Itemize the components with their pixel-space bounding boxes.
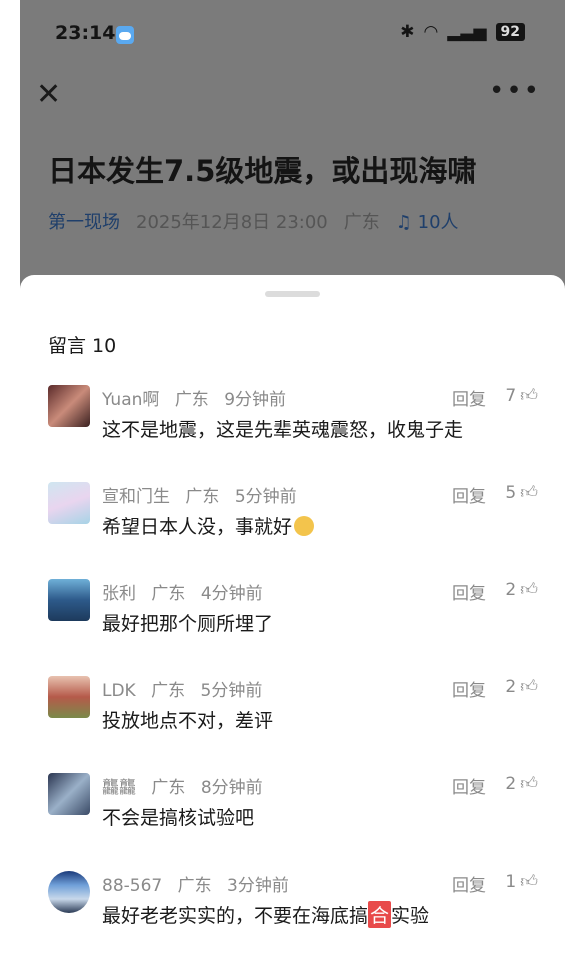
thumbs-up-icon: 👍︎ <box>520 872 538 892</box>
avatar[interactable] <box>48 773 90 815</box>
comment-text-before: 最好老老实实的，不要在海底搞 <box>102 905 369 927</box>
like-button[interactable]: 7 👍︎ <box>505 385 538 407</box>
reply-button[interactable]: 回复 <box>452 579 486 604</box>
avatar[interactable] <box>48 579 90 621</box>
weather-icon <box>116 26 134 44</box>
status-icons: ✱ ◠ ▂▃▅ 92 <box>400 22 525 42</box>
article-meta: 第一现场 2025年12月8日 23:00 广东 ♫ 10人 <box>48 208 459 234</box>
wifi-icon: ◠ <box>423 22 439 42</box>
avatar[interactable] <box>48 676 90 718</box>
avatar[interactable] <box>48 871 90 913</box>
thumbs-up-icon: 👍︎ <box>520 580 538 600</box>
comment-header: LDK 广东 5分钟前 <box>102 676 272 701</box>
app-screen: 23:14 ✱ ◠ ▂▃▅ 92 ✕ ••• 日本发生7.5级地震，或出现海啸 … <box>20 0 565 967</box>
more-icon[interactable]: ••• <box>489 76 541 106</box>
thumbs-up-icon: 👍︎ <box>520 677 538 697</box>
like-count: 5 <box>505 482 517 503</box>
comments-title: 留言 10 <box>48 335 117 357</box>
drag-handle[interactable] <box>265 291 320 297</box>
comment-item: 张利 广东 4分钟前 回复 2 👍︎ 最好把那个厕所埋了 <box>48 579 538 649</box>
comments-sheet: 留言 10 Yuan啊 广东 9分钟前 回复 7 👍︎ 这不是地震，这是先辈英魂… <box>20 275 565 967</box>
bluetooth-icon: ✱ <box>400 22 415 42</box>
comment-region: 广东 <box>177 876 212 896</box>
comment-header: 88-567 广东 3分钟前 <box>102 871 299 896</box>
comment-text-after: 实验 <box>391 905 430 927</box>
comment-time: 3分钟前 <box>227 876 289 896</box>
comment-text: 最好老老实实的，不要在海底搞合实验 <box>102 901 429 928</box>
comment-item: 88-567 广东 3分钟前 回复 1 👍︎ 最好老老实实的，不要在海底搞合实验 <box>48 871 538 941</box>
comment-region: 广东 <box>185 487 220 507</box>
comment-item: Yuan啊 广东 9分钟前 回复 7 👍︎ 这不是地震，这是先辈英魂震怒，收鬼子… <box>48 385 538 455</box>
reply-button[interactable]: 回复 <box>452 871 486 896</box>
comment-header: 龘龘 广东 8分钟前 <box>102 773 273 798</box>
listeners-count: 10人 <box>417 212 459 233</box>
comment-item: LDK 广东 5分钟前 回复 2 👍︎ 投放地点不对，差评 <box>48 676 538 746</box>
reply-button[interactable]: 回复 <box>452 385 486 410</box>
headphones-icon: ♫ <box>395 212 412 233</box>
comment-user[interactable]: LDK <box>102 681 136 701</box>
thumbs-up-icon: 👍︎ <box>520 386 538 406</box>
comment-text-content: 希望日本人没，事就好 <box>102 516 293 538</box>
comment-header: Yuan啊 广东 9分钟前 <box>102 385 296 410</box>
like-button[interactable]: 2 👍︎ <box>505 676 538 698</box>
comment-item: 龘龘 广东 8分钟前 回复 2 👍︎ 不会是搞核试验吧 <box>48 773 538 843</box>
highlighted-char: 合 <box>368 901 392 928</box>
comment-item: 宣和门生 广东 5分钟前 回复 5 👍︎ 希望日本人没，事就好 <box>48 482 538 552</box>
article-title: 日本发生7.5级地震，或出现海啸 <box>48 154 477 188</box>
comment-time: 5分钟前 <box>200 681 263 701</box>
like-count: 1 <box>505 871 517 892</box>
like-button[interactable]: 5 👍︎ <box>505 482 538 504</box>
status-time: 23:14 <box>55 22 116 44</box>
like-button[interactable]: 2 👍︎ <box>505 579 538 601</box>
comment-user[interactable]: 龘龘 <box>102 778 136 798</box>
comment-region: 广东 <box>151 681 186 701</box>
comment-text: 不会是搞核试验吧 <box>102 807 255 829</box>
status-bar: 23:14 ✱ ◠ ▂▃▅ 92 <box>20 0 565 70</box>
comment-header: 张利 广东 4分钟前 <box>102 579 273 604</box>
close-icon[interactable]: ✕ <box>36 80 61 110</box>
reply-button[interactable]: 回复 <box>452 676 486 701</box>
like-count: 2 <box>505 579 517 600</box>
comment-text: 投放地点不对，差评 <box>102 710 274 732</box>
like-count: 7 <box>505 385 517 406</box>
listeners[interactable]: ♫ 10人 <box>396 208 459 234</box>
comment-user[interactable]: Yuan啊 <box>102 390 159 410</box>
avatar[interactable] <box>48 385 90 427</box>
like-button[interactable]: 2 👍︎ <box>505 773 538 795</box>
article-source[interactable]: 第一现场 <box>48 208 120 234</box>
comment-time: 9分钟前 <box>224 390 287 410</box>
comment-time: 8分钟前 <box>200 778 263 798</box>
reply-button[interactable]: 回复 <box>452 773 486 798</box>
comment-user[interactable]: 张利 <box>102 584 136 604</box>
thumbs-up-icon: 👍︎ <box>520 483 538 503</box>
like-count: 2 <box>505 773 517 794</box>
article-region: 广东 <box>343 212 380 233</box>
article-datetime: 2025年12月8日 23:00 <box>136 212 328 233</box>
comment-time: 4分钟前 <box>200 584 263 604</box>
like-count: 2 <box>505 676 517 697</box>
comment-header: 宣和门生 广东 5分钟前 <box>102 482 307 507</box>
comment-text: 这不是地震，这是先辈英魂震怒，收鬼子走 <box>102 419 464 441</box>
like-button[interactable]: 1 👍︎ <box>505 871 538 893</box>
cat-emoji-icon <box>294 516 315 536</box>
comment-region: 广东 <box>151 584 186 604</box>
comment-user[interactable]: 88-567 <box>102 876 162 896</box>
comment-time: 5分钟前 <box>234 487 297 507</box>
thumbs-up-icon: 👍︎ <box>520 774 538 794</box>
signal-icon: ▂▃▅ <box>447 22 487 42</box>
comment-user[interactable]: 宣和门生 <box>102 487 170 507</box>
battery-level: 92 <box>495 23 525 41</box>
comment-region: 广东 <box>174 390 209 410</box>
comment-text: 最好把那个厕所埋了 <box>102 613 274 635</box>
avatar[interactable] <box>48 482 90 524</box>
comment-text: 希望日本人没，事就好 <box>102 512 315 539</box>
comment-region: 广东 <box>151 778 186 798</box>
reply-button[interactable]: 回复 <box>452 482 486 507</box>
